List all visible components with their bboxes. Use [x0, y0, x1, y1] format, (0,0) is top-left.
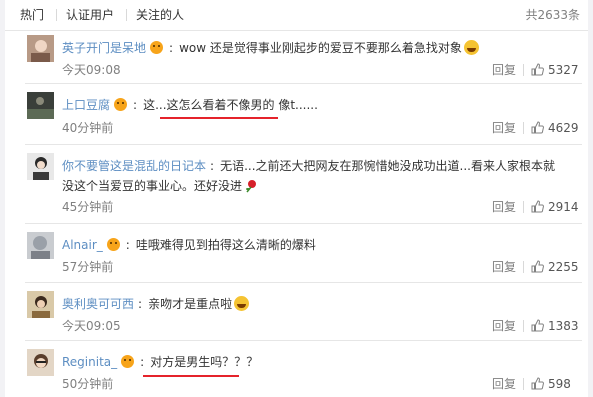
username[interactable]: Reginita_: [62, 355, 117, 369]
thumbs-up-icon: [531, 200, 544, 213]
avatar[interactable]: [27, 291, 54, 318]
comment-item: 奥利奥可可西: 亲吻才是重点啦 今天09:05 回复 1383: [5, 291, 588, 341]
action-divider: [523, 378, 524, 390]
tab-hot[interactable]: 热门: [20, 7, 44, 23]
rose-emoji-icon: [246, 180, 257, 193]
action-divider: [523, 64, 524, 76]
reply-button[interactable]: 回复: [492, 377, 516, 391]
comment-divider: [25, 223, 582, 224]
comment-item: Alnair_: 哇哦难得见到拍得这么清晰的爆料 57分钟前 回复 2255: [5, 232, 588, 283]
avatar[interactable]: [27, 349, 54, 376]
comment-time: 今天09:05: [62, 319, 121, 333]
thumbs-up-icon: [531, 260, 544, 273]
comment-divider: [25, 144, 582, 145]
like-count: 4629: [548, 121, 579, 135]
red-annotation-underline: [143, 375, 239, 377]
comment-panel: 热门 认证用户 关注的人 共2633条 英子开门是呆地: wow 还是觉得事业刚起…: [5, 0, 588, 397]
comment-item: 你不要管这是混乱的日记本: 无语...之前还大把网友在那惋惜她没成功出道...看来…: [5, 153, 588, 224]
thumbs-up-icon: [531, 377, 544, 390]
vip-badge-icon: [106, 238, 120, 251]
avatar[interactable]: [27, 92, 54, 119]
comment-divider: [25, 282, 582, 283]
like-button[interactable]: 1383: [531, 319, 579, 333]
username[interactable]: 英子开门是呆地: [62, 41, 146, 55]
tab-following[interactable]: 关注的人: [136, 7, 184, 23]
comment-item: 上口豆腐: 这...这怎么看着不像男的 像t...... 40分钟前 回复 462…: [5, 92, 588, 145]
comment-text: 对方是男生吗？？？: [150, 355, 259, 369]
tab-divider: [56, 9, 57, 21]
reply-button[interactable]: 回复: [492, 260, 516, 274]
avatar[interactable]: [27, 153, 54, 180]
action-divider: [523, 261, 524, 273]
like-count: 2255: [548, 260, 579, 274]
thumbs-up-icon: [531, 63, 544, 76]
like-count: 598: [548, 377, 571, 391]
like-button[interactable]: 598: [531, 377, 571, 391]
comment-time: 40分钟前: [62, 121, 114, 135]
comment-count: 共2633条: [525, 8, 580, 22]
comment-text: 哇哦难得见到拍得这么清晰的爆料: [135, 238, 316, 252]
like-button[interactable]: 2255: [531, 260, 579, 274]
comment-time: 45分钟前: [62, 200, 114, 214]
comment-divider: [25, 340, 582, 341]
comment-time: 57分钟前: [62, 260, 114, 274]
vip-badge-icon: [150, 41, 164, 54]
action-divider: [523, 201, 524, 213]
like-count: 5327: [548, 63, 579, 77]
username[interactable]: 上口豆腐: [62, 98, 110, 112]
vip-badge-icon: [121, 355, 135, 368]
red-annotation-underline: [160, 117, 278, 119]
avatar[interactable]: [27, 35, 54, 62]
username[interactable]: 你不要管这是混乱的日记本: [62, 159, 206, 173]
username[interactable]: Alnair_: [62, 238, 103, 252]
thumbs-up-icon: [531, 319, 544, 332]
comment-item: 英子开门是呆地: wow 还是觉得事业刚起步的爱豆不要那么着急找对象 今天09:0…: [5, 35, 588, 84]
action-divider: [523, 122, 524, 134]
vip-badge-icon: [114, 98, 128, 111]
username[interactable]: 奥利奥可可西: [62, 297, 134, 311]
laughing-emoji-icon: [463, 40, 479, 55]
comment-time: 今天09:08: [62, 63, 121, 77]
comment-text: 这...这怎么看着不像男的 像t......: [143, 98, 318, 112]
reply-button[interactable]: 回复: [492, 200, 516, 214]
like-count: 2914: [548, 200, 579, 214]
action-divider: [523, 320, 524, 332]
comment-time: 50分钟前: [62, 377, 114, 391]
comment-text: 亲吻才是重点啦: [148, 297, 233, 311]
reply-button[interactable]: 回复: [492, 121, 516, 135]
like-button[interactable]: 2914: [531, 200, 579, 214]
tab-verified-users[interactable]: 认证用户: [66, 7, 114, 23]
avatar[interactable]: [27, 232, 54, 259]
comment-divider: [25, 83, 582, 84]
tab-divider: [126, 9, 127, 21]
comment-text: wow 还是觉得事业刚起步的爱豆不要那么着急找对象: [179, 41, 462, 55]
reply-button[interactable]: 回复: [492, 63, 516, 77]
laughing-emoji-icon: [234, 296, 250, 311]
reply-button[interactable]: 回复: [492, 319, 516, 333]
comment-tabs: 热门 认证用户 关注的人 共2633条: [5, 0, 588, 31]
like-button[interactable]: 5327: [531, 63, 579, 77]
like-count: 1383: [548, 319, 579, 333]
comment-item: Reginita_: 对方是男生吗？？？ 50分钟前 回复 598: [5, 349, 588, 397]
thumbs-up-icon: [531, 121, 544, 134]
like-button[interactable]: 4629: [531, 121, 579, 135]
